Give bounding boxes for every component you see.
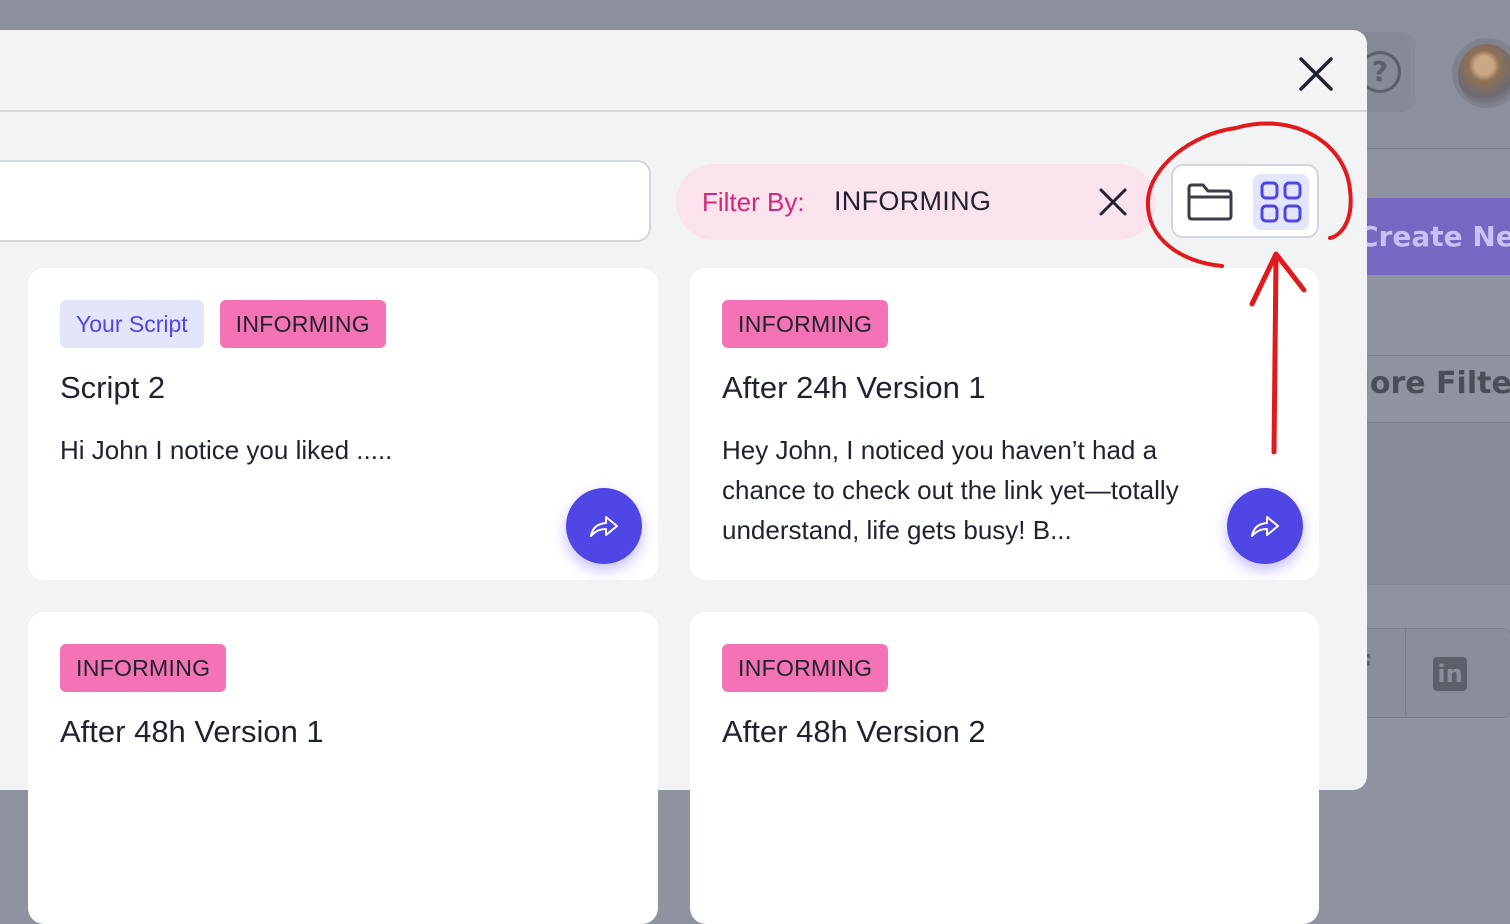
grid-icon [1260,181,1302,223]
folder-icon [1187,183,1233,221]
divider [1405,629,1406,717]
share-arrow-icon [590,516,618,537]
card-preview: Hi John I notice you liked ..... [60,435,393,465]
tag-category: INFORMING [722,644,889,692]
script-card[interactable]: Your Script INFORMING Script 2 Hi John I… [28,268,658,580]
divider [1367,355,1510,356]
tag-category: INFORMING [219,300,386,348]
tag-list: INFORMING [722,300,889,348]
tag-list: INFORMING [60,644,227,692]
search-input[interactable] [0,160,651,242]
grid-view-button[interactable] [1253,174,1309,230]
close-icon [1299,57,1333,91]
card-title: After 48h Version 1 [60,714,324,749]
active-filter-chip: Filter By: INFORMING [676,164,1156,240]
avatar-image [1458,44,1510,106]
use-script-button[interactable] [1227,488,1303,564]
tag-list: Your Script INFORMING [60,300,386,348]
background-panel [1367,423,1510,585]
card-title: After 48h Version 2 [722,714,986,749]
tag-category: INFORMING [60,644,227,692]
close-modal-button[interactable] [1296,54,1336,94]
tag-list: INFORMING [722,644,889,692]
use-script-button[interactable] [566,488,642,564]
filter-label: Filter By: [702,187,805,217]
card-title: Script 2 [60,370,166,405]
script-card[interactable]: INFORMING After 48h Version 1 [28,612,658,924]
linkedin-icon[interactable]: in [1433,657,1467,691]
clear-filter-button[interactable] [1096,185,1130,219]
close-icon [1099,188,1127,216]
script-card[interactable]: INFORMING After 24h Version 1 Hey John, … [690,268,1319,580]
card-title: After 24h Version 1 [722,370,986,405]
filter-value: INFORMING [834,186,992,216]
view-toggle [1171,164,1319,238]
modal-header-divider [0,110,1367,112]
share-arrow-icon [1251,516,1279,537]
script-card[interactable]: INFORMING After 48h Version 2 [690,612,1319,924]
folder-view-button[interactable] [1183,176,1237,228]
script-library-modal: Filter By: INFORMING Your Script INFORMI… [0,30,1367,924]
tag-category: INFORMING [722,300,889,348]
card-preview: Hey John, I noticed you haven’t had a ch… [722,435,1179,545]
divider [1367,148,1510,149]
tag-your-script: Your Script [60,300,204,348]
